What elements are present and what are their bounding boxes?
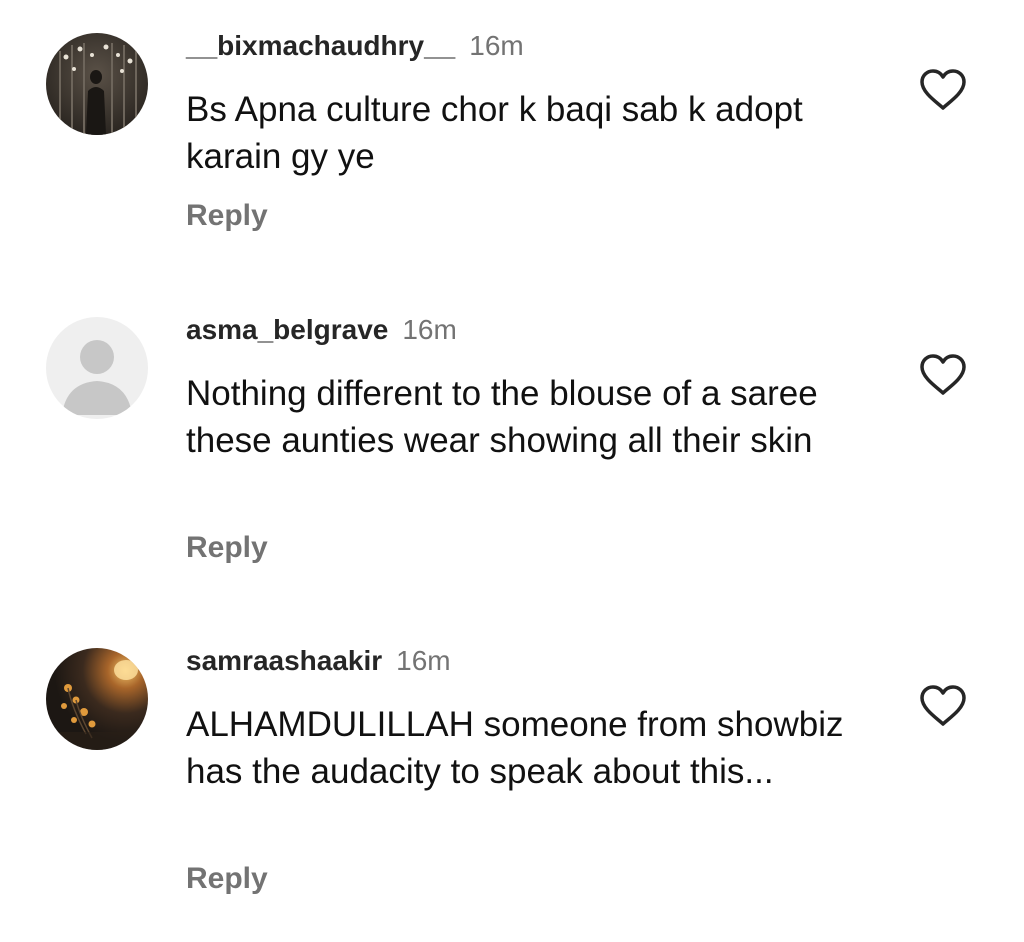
avatar[interactable]: [46, 33, 148, 135]
avatar[interactable]: [46, 648, 148, 750]
avatar[interactable]: [46, 317, 148, 419]
reply-button[interactable]: Reply: [186, 533, 268, 563]
reply-button[interactable]: Reply: [186, 201, 268, 231]
heart-outline-icon[interactable]: [918, 684, 968, 728]
reply-button[interactable]: Reply: [186, 864, 268, 894]
comment-text: Nothing different to the blouse of a sar…: [186, 374, 818, 460]
comment-text: ALHAMDULILLAH someone from showbiz has t…: [186, 705, 844, 791]
comment-meta: samraashaakir 16m: [186, 647, 451, 675]
comment-text: Bs Apna culture chor k baqi sab k adopt …: [186, 90, 803, 176]
username-link[interactable]: asma_belgrave: [186, 314, 388, 345]
timestamp: 16m: [396, 645, 451, 676]
timestamp: 16m: [402, 314, 457, 345]
timestamp: 16m: [469, 30, 524, 61]
comment-meta: asma_belgrave 16m: [186, 316, 457, 344]
comment-meta: __bixmachaudhry__ 16m: [186, 32, 524, 60]
heart-outline-icon[interactable]: [918, 353, 968, 397]
username-link[interactable]: __bixmachaudhry__: [186, 30, 455, 61]
username-link[interactable]: samraashaakir: [186, 645, 382, 676]
heart-outline-icon[interactable]: [918, 68, 968, 112]
